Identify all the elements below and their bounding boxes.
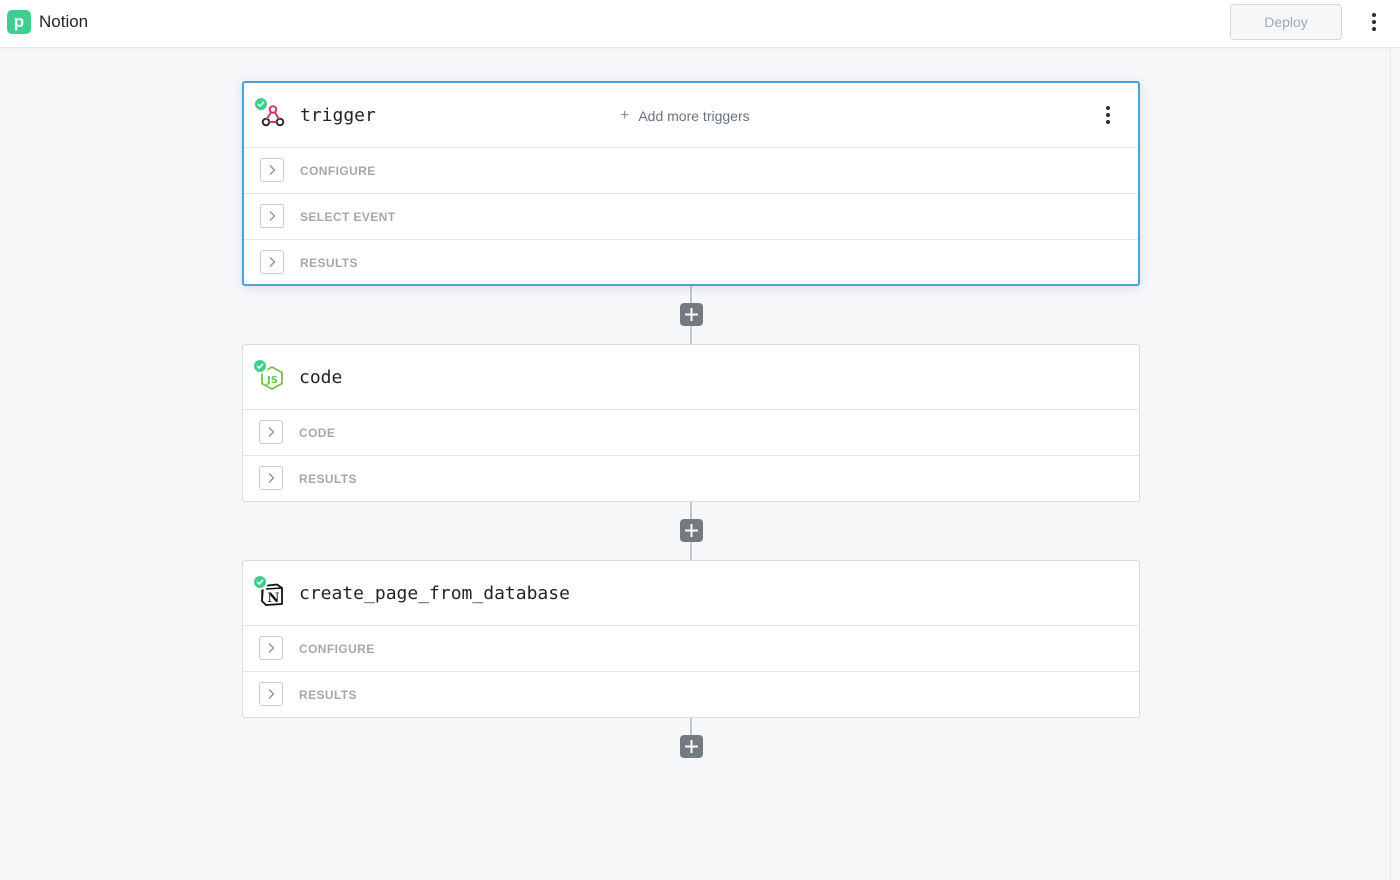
section-label: RESULTS bbox=[299, 472, 357, 486]
logo-letter: p bbox=[13, 11, 25, 31]
plus-icon bbox=[685, 740, 698, 753]
add-step-button[interactable] bbox=[680, 735, 703, 758]
step-header[interactable]: trigger + Add more triggers bbox=[244, 83, 1138, 148]
step-name[interactable]: code bbox=[299, 367, 342, 389]
add-more-triggers-label: Add more triggers bbox=[638, 108, 750, 124]
chevron-right-icon[interactable] bbox=[259, 682, 283, 706]
section-label: RESULTS bbox=[299, 688, 357, 702]
section-label: SELECT EVENT bbox=[300, 210, 396, 224]
plus-icon bbox=[685, 524, 698, 537]
step-card-code[interactable]: JS code CODE RESULTS bbox=[242, 344, 1140, 502]
section-label: RESULTS bbox=[300, 256, 358, 270]
add-step-button[interactable] bbox=[680, 519, 703, 542]
section-label: CODE bbox=[299, 426, 336, 440]
step-name[interactable]: trigger bbox=[300, 105, 376, 127]
chevron-right-icon[interactable] bbox=[259, 420, 283, 444]
plus-icon: + bbox=[620, 107, 630, 124]
deploy-button[interactable]: Deploy bbox=[1230, 4, 1342, 40]
step-header[interactable]: JS code bbox=[243, 345, 1139, 410]
section-results[interactable]: RESULTS bbox=[244, 240, 1138, 286]
section-configure[interactable]: CONFIGURE bbox=[243, 626, 1139, 672]
section-code[interactable]: CODE bbox=[243, 410, 1139, 456]
section-results[interactable]: RESULTS bbox=[243, 456, 1139, 502]
chevron-right-icon[interactable] bbox=[259, 636, 283, 660]
chevron-right-icon[interactable] bbox=[260, 158, 284, 182]
top-bar: p Notion Deploy bbox=[0, 0, 1400, 48]
section-results[interactable]: RESULTS bbox=[243, 672, 1139, 718]
svg-text:N: N bbox=[268, 591, 280, 606]
section-label: CONFIGURE bbox=[299, 642, 375, 656]
step-name[interactable]: create_page_from_database bbox=[299, 583, 570, 605]
add-more-triggers-button[interactable]: + Add more triggers bbox=[620, 107, 750, 125]
step-options-icon[interactable] bbox=[1100, 103, 1116, 127]
pipedream-logo-icon[interactable]: p bbox=[7, 10, 31, 34]
section-label: CONFIGURE bbox=[300, 164, 376, 178]
workflow-title[interactable]: Notion bbox=[39, 12, 88, 32]
add-step-button[interactable] bbox=[680, 303, 703, 326]
step-card-trigger[interactable]: trigger + Add more triggers CONFIGURE SE… bbox=[242, 81, 1140, 286]
section-configure[interactable]: CONFIGURE bbox=[244, 148, 1138, 194]
scrollbar[interactable] bbox=[1390, 48, 1400, 880]
more-options-icon[interactable] bbox=[1366, 10, 1382, 34]
success-check-icon bbox=[252, 574, 268, 590]
svg-text:JS: JS bbox=[266, 375, 278, 386]
chevron-right-icon[interactable] bbox=[260, 250, 284, 274]
chevron-right-icon[interactable] bbox=[259, 466, 283, 490]
plus-icon bbox=[685, 308, 698, 321]
step-header[interactable]: N create_page_from_database bbox=[243, 561, 1139, 626]
section-select-event[interactable]: SELECT EVENT bbox=[244, 194, 1138, 240]
success-check-icon bbox=[252, 358, 268, 374]
step-card-create-page[interactable]: N create_page_from_database CONFIGURE RE… bbox=[242, 560, 1140, 718]
chevron-right-icon[interactable] bbox=[260, 204, 284, 228]
success-check-icon bbox=[253, 96, 269, 112]
